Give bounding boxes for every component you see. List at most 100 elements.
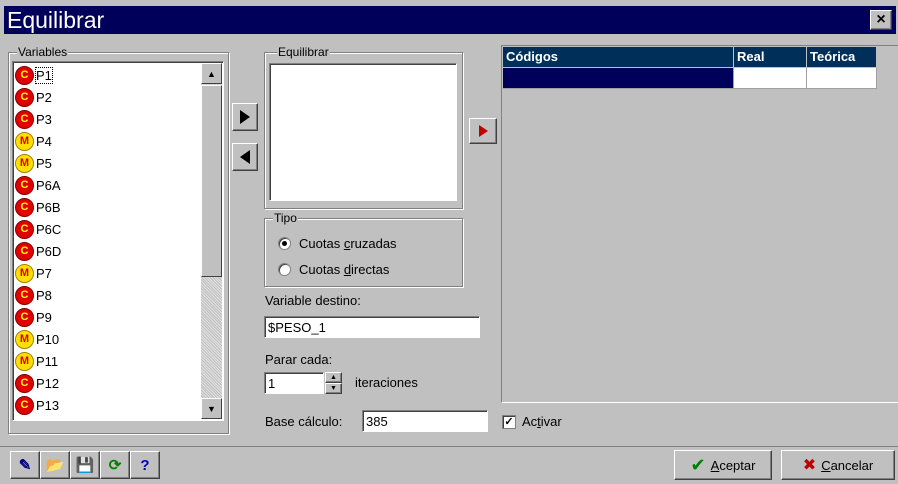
list-item-label: P6B	[36, 199, 61, 215]
scroll-up-icon: ▲	[207, 68, 216, 79]
save-icon: 💾	[75, 457, 95, 474]
list-item[interactable]: C P13	[15, 394, 195, 416]
list-item[interactable]: M P10	[15, 328, 195, 350]
list-item-label: P7	[36, 265, 52, 281]
categorical-variable-icon: C	[15, 87, 34, 107]
refresh-button[interactable]: ⟳	[100, 451, 130, 479]
list-item[interactable]: C P6B	[15, 196, 195, 218]
list-item-label: P8	[36, 287, 52, 303]
scroll-up-button[interactable]: ▲	[201, 63, 222, 84]
variables-label: Variables	[17, 45, 69, 59]
close-icon: ×	[876, 11, 886, 28]
aceptar-label: Aceptar	[710, 457, 756, 473]
categorical-variable-icon: C	[15, 109, 34, 129]
iteraciones-label: iteraciones	[355, 375, 418, 390]
tipo-label: Tipo	[273, 211, 298, 225]
window-title: Equilibrar	[7, 7, 105, 33]
categorical-variable-icon: C	[15, 285, 34, 305]
activar-checkbox[interactable]: ✓ Activar	[502, 414, 562, 429]
scroll-thumb[interactable]	[201, 85, 222, 277]
categorical-variable-icon: C	[15, 395, 34, 415]
list-item[interactable]: C P2	[15, 86, 195, 108]
base-calculo-label: Base cálculo:	[265, 414, 343, 429]
variables-listbox[interactable]: C P1 C P2 C P3 M P4 M P5 C P6A C P6B C P6C C P6D M P7 C P8 C P9…	[12, 61, 224, 421]
wizard-button[interactable]: ✎	[10, 451, 40, 479]
list-item[interactable]: C P6D	[15, 240, 195, 262]
grid-cell-teorica[interactable]	[807, 68, 877, 89]
refresh-icon: ⟳	[108, 457, 122, 474]
open-folder-icon: 📂	[45, 457, 65, 474]
column-header-teorica[interactable]: Teórica	[807, 47, 877, 67]
list-item[interactable]: C P12	[15, 372, 195, 394]
radio-dot	[282, 241, 287, 246]
categorical-variable-icon: C	[15, 65, 34, 85]
save-button[interactable]: 💾	[70, 451, 100, 479]
arrow-left-icon	[240, 150, 250, 164]
aceptar-button[interactable]: ✔ Aceptar	[674, 450, 772, 480]
parar-cada-label: Parar cada:	[265, 352, 333, 367]
multiple-variable-icon: M	[15, 351, 34, 371]
list-item-label: P12	[36, 375, 60, 391]
list-item-label: P11	[36, 353, 59, 369]
variable-destino-input[interactable]: $PESO_1	[264, 316, 480, 338]
radio-cuotas-cruzadas[interactable]: Cuotas cruzadas	[278, 236, 397, 251]
open-folder-button[interactable]: 📂	[40, 451, 70, 479]
radio-circle	[278, 237, 291, 250]
list-item-label: P3	[36, 111, 52, 127]
stepper-up-icon: ▲	[330, 374, 337, 381]
codigos-grid[interactable]: Códigos Real Teórica	[501, 45, 898, 403]
list-item[interactable]: C P9	[15, 306, 195, 328]
stepper-down-button[interactable]: ▼	[325, 383, 342, 394]
list-item[interactable]: C P8	[15, 284, 195, 306]
multiple-variable-icon: M	[15, 263, 34, 283]
radio-cuotas-directas[interactable]: Cuotas directas	[278, 262, 389, 277]
help-button[interactable]: ?	[130, 451, 160, 479]
column-header-codigos[interactable]: Códigos	[503, 47, 734, 67]
variables-scrollbar[interactable]: ▲ ▼	[201, 63, 222, 419]
equilibrar-dialog: Equilibrar × Variables C P1 C P2 C P3 M P4 M P5 C P…	[0, 0, 898, 484]
column-header-real[interactable]: Real	[734, 47, 807, 67]
categorical-variable-icon: C	[15, 197, 34, 217]
scroll-down-icon: ▼	[207, 403, 216, 414]
list-item[interactable]: M P5	[15, 152, 195, 174]
multiple-variable-icon: M	[15, 131, 34, 151]
activar-label: Activar	[522, 414, 562, 429]
radio-label: Cuotas directas	[299, 262, 390, 277]
list-item[interactable]: C P1	[15, 64, 195, 86]
list-item-label: P1	[35, 66, 53, 84]
list-item[interactable]: M P4	[15, 130, 195, 152]
cancel-x-icon: ✖	[802, 457, 817, 474]
list-item[interactable]: C P6A	[15, 174, 195, 196]
list-item-label: P13	[36, 397, 60, 413]
add-variable-button[interactable]	[232, 103, 258, 131]
equilibrar-label: Equilibrar	[277, 45, 330, 59]
cancelar-button[interactable]: ✖ Cancelar	[781, 450, 895, 480]
stepper-up-button[interactable]: ▲	[325, 372, 342, 383]
parar-cada-stepper[interactable]: ▲ ▼	[325, 372, 342, 394]
checkbox-box: ✓	[502, 414, 516, 429]
equilibrar-listbox[interactable]	[269, 63, 457, 201]
base-calculo-input[interactable]: 385	[362, 410, 488, 432]
categorical-variable-icon: C	[15, 219, 34, 239]
list-item-label: P5	[36, 155, 52, 171]
parar-cada-input[interactable]: 1	[264, 372, 324, 394]
equilibrar-group: Equilibrar	[264, 45, 463, 209]
list-item[interactable]: C P6C	[15, 218, 195, 240]
wizard-icon: ✎	[18, 457, 32, 474]
grid-cell-real[interactable]	[734, 68, 807, 89]
list-item-label: P10	[36, 331, 60, 347]
categorical-variable-icon: C	[15, 175, 34, 195]
scroll-down-button[interactable]: ▼	[201, 398, 222, 419]
list-item-label: P2	[36, 89, 52, 105]
apply-to-grid-button[interactable]	[469, 118, 497, 144]
list-item[interactable]: M P11	[15, 350, 195, 372]
list-item[interactable]: M P7	[15, 262, 195, 284]
grid-cell-codigos[interactable]	[503, 68, 734, 89]
list-item-label: P6C	[36, 221, 62, 237]
radio-label: Cuotas cruzadas	[299, 236, 397, 251]
close-button[interactable]: ×	[870, 10, 892, 30]
list-item-label: P6D	[36, 243, 62, 259]
list-item[interactable]: C P3	[15, 108, 195, 130]
remove-variable-button[interactable]	[232, 143, 258, 171]
variable-destino-label: Variable destino:	[265, 293, 361, 308]
